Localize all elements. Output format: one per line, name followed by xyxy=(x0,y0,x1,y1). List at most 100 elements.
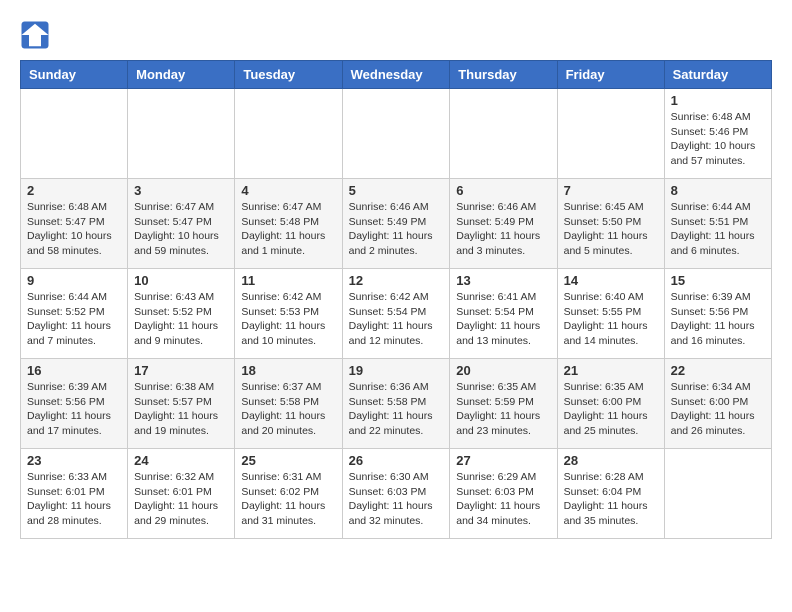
day-number: 12 xyxy=(349,273,444,288)
calendar-cell xyxy=(235,89,342,179)
calendar-week-row: 23Sunrise: 6:33 AM Sunset: 6:01 PM Dayli… xyxy=(21,449,772,539)
calendar-cell: 19 Sunrise: 6:36 AM Sunset: 5:58 PM Dayli… xyxy=(342,359,450,449)
day-info: Sunrise: 6:32 AM Sunset: 6:01 PM Dayligh… xyxy=(134,470,228,529)
calendar-cell: 7Sunrise: 6:45 AM Sunset: 5:50 PM Daylig… xyxy=(557,179,664,269)
day-info: Sunrise: 6:29 AM Sunset: 6:03 PM Dayligh… xyxy=(456,470,550,529)
calendar-cell: 2 Sunrise: 6:48 AM Sunset: 5:47 PM Daylig… xyxy=(21,179,128,269)
day-number: 23 xyxy=(27,453,121,468)
day-info: Sunrise: 6:38 AM Sunset: 5:57 PM Dayligh… xyxy=(134,380,228,439)
day-number: 4 xyxy=(241,183,335,198)
calendar-cell: 20 Sunrise: 6:35 AM Sunset: 5:59 PM Dayli… xyxy=(450,359,557,449)
day-info: Sunrise: 6:48 AM Sunset: 5:46 PM Dayligh… xyxy=(671,110,765,169)
calendar-cell: 21 Sunrise: 6:35 AM Sunset: 6:00 PM Dayli… xyxy=(557,359,664,449)
day-info: Sunrise: 6:39 AM Sunset: 5:56 PM Dayligh… xyxy=(671,290,765,349)
calendar-cell: 6 Sunrise: 6:46 AM Sunset: 5:49 PM Daylig… xyxy=(450,179,557,269)
calendar-cell xyxy=(664,449,771,539)
day-number: 14 xyxy=(564,273,658,288)
calendar-week-row: 16 Sunrise: 6:39 AM Sunset: 5:56 PM Dayli… xyxy=(21,359,772,449)
day-number: 6 xyxy=(456,183,550,198)
day-number: 10 xyxy=(134,273,228,288)
day-number: 15 xyxy=(671,273,765,288)
day-number: 5 xyxy=(349,183,444,198)
day-number: 22 xyxy=(671,363,765,378)
day-info: Sunrise: 6:40 AM Sunset: 5:55 PM Dayligh… xyxy=(564,290,658,349)
day-number: 28 xyxy=(564,453,658,468)
day-info: Sunrise: 6:36 AM Sunset: 5:58 PM Dayligh… xyxy=(349,380,444,439)
calendar-table: SundayMondayTuesdayWednesdayThursdayFrid… xyxy=(20,60,772,539)
day-info: Sunrise: 6:46 AM Sunset: 5:49 PM Dayligh… xyxy=(349,200,444,259)
day-info: Sunrise: 6:37 AM Sunset: 5:58 PM Dayligh… xyxy=(241,380,335,439)
day-info: Sunrise: 6:46 AM Sunset: 5:49 PM Dayligh… xyxy=(456,200,550,259)
day-number: 11 xyxy=(241,273,335,288)
calendar-cell: 27 Sunrise: 6:29 AM Sunset: 6:03 PM Dayli… xyxy=(450,449,557,539)
logo-icon xyxy=(20,20,50,50)
calendar-cell: 24 Sunrise: 6:32 AM Sunset: 6:01 PM Dayli… xyxy=(128,449,235,539)
page-header xyxy=(20,20,772,50)
day-number: 21 xyxy=(564,363,658,378)
day-info: Sunrise: 6:34 AM Sunset: 6:00 PM Dayligh… xyxy=(671,380,765,439)
calendar-cell: 22 Sunrise: 6:34 AM Sunset: 6:00 PM Dayli… xyxy=(664,359,771,449)
day-number: 25 xyxy=(241,453,335,468)
calendar-cell: 10 Sunrise: 6:43 AM Sunset: 5:52 PM Dayli… xyxy=(128,269,235,359)
day-number: 9 xyxy=(27,273,121,288)
calendar-cell: 23Sunrise: 6:33 AM Sunset: 6:01 PM Dayli… xyxy=(21,449,128,539)
day-info: Sunrise: 6:28 AM Sunset: 6:04 PM Dayligh… xyxy=(564,470,658,529)
day-info: Sunrise: 6:39 AM Sunset: 5:56 PM Dayligh… xyxy=(27,380,121,439)
day-number: 2 xyxy=(27,183,121,198)
calendar-cell xyxy=(342,89,450,179)
calendar-cell xyxy=(450,89,557,179)
calendar-cell xyxy=(21,89,128,179)
day-header-sunday: Sunday xyxy=(21,61,128,89)
calendar-cell: 8Sunrise: 6:44 AM Sunset: 5:51 PM Daylig… xyxy=(664,179,771,269)
day-info: Sunrise: 6:41 AM Sunset: 5:54 PM Dayligh… xyxy=(456,290,550,349)
calendar-week-row: 9 Sunrise: 6:44 AM Sunset: 5:52 PM Daylig… xyxy=(21,269,772,359)
day-number: 24 xyxy=(134,453,228,468)
calendar-cell: 5 Sunrise: 6:46 AM Sunset: 5:49 PM Daylig… xyxy=(342,179,450,269)
calendar-cell: 13Sunrise: 6:41 AM Sunset: 5:54 PM Dayli… xyxy=(450,269,557,359)
calendar-cell xyxy=(557,89,664,179)
day-info: Sunrise: 6:31 AM Sunset: 6:02 PM Dayligh… xyxy=(241,470,335,529)
calendar-cell: 14 Sunrise: 6:40 AM Sunset: 5:55 PM Dayli… xyxy=(557,269,664,359)
calendar-cell: 11 Sunrise: 6:42 AM Sunset: 5:53 PM Dayli… xyxy=(235,269,342,359)
calendar-week-row: 2 Sunrise: 6:48 AM Sunset: 5:47 PM Daylig… xyxy=(21,179,772,269)
day-number: 1 xyxy=(671,93,765,108)
day-number: 16 xyxy=(27,363,121,378)
calendar-cell: 25 Sunrise: 6:31 AM Sunset: 6:02 PM Dayli… xyxy=(235,449,342,539)
day-info: Sunrise: 6:42 AM Sunset: 5:53 PM Dayligh… xyxy=(241,290,335,349)
day-info: Sunrise: 6:43 AM Sunset: 5:52 PM Dayligh… xyxy=(134,290,228,349)
day-info: Sunrise: 6:42 AM Sunset: 5:54 PM Dayligh… xyxy=(349,290,444,349)
day-info: Sunrise: 6:47 AM Sunset: 5:48 PM Dayligh… xyxy=(241,200,335,259)
calendar-cell: 26 Sunrise: 6:30 AM Sunset: 6:03 PM Dayli… xyxy=(342,449,450,539)
day-number: 20 xyxy=(456,363,550,378)
calendar-cell: 3 Sunrise: 6:47 AM Sunset: 5:47 PM Daylig… xyxy=(128,179,235,269)
calendar-cell: 1 Sunrise: 6:48 AM Sunset: 5:46 PM Daylig… xyxy=(664,89,771,179)
day-number: 17 xyxy=(134,363,228,378)
calendar-cell: 9 Sunrise: 6:44 AM Sunset: 5:52 PM Daylig… xyxy=(21,269,128,359)
day-number: 27 xyxy=(456,453,550,468)
calendar-cell: 16 Sunrise: 6:39 AM Sunset: 5:56 PM Dayli… xyxy=(21,359,128,449)
day-info: Sunrise: 6:47 AM Sunset: 5:47 PM Dayligh… xyxy=(134,200,228,259)
day-info: Sunrise: 6:35 AM Sunset: 5:59 PM Dayligh… xyxy=(456,380,550,439)
day-header-saturday: Saturday xyxy=(664,61,771,89)
logo xyxy=(20,20,54,50)
day-info: Sunrise: 6:48 AM Sunset: 5:47 PM Dayligh… xyxy=(27,200,121,259)
day-number: 26 xyxy=(349,453,444,468)
day-number: 18 xyxy=(241,363,335,378)
day-info: Sunrise: 6:44 AM Sunset: 5:51 PM Dayligh… xyxy=(671,200,765,259)
day-number: 3 xyxy=(134,183,228,198)
day-header-friday: Friday xyxy=(557,61,664,89)
day-info: Sunrise: 6:44 AM Sunset: 5:52 PM Dayligh… xyxy=(27,290,121,349)
calendar-cell xyxy=(128,89,235,179)
day-number: 19 xyxy=(349,363,444,378)
day-number: 7 xyxy=(564,183,658,198)
calendar-cell: 4 Sunrise: 6:47 AM Sunset: 5:48 PM Daylig… xyxy=(235,179,342,269)
day-header-thursday: Thursday xyxy=(450,61,557,89)
calendar-cell: 28 Sunrise: 6:28 AM Sunset: 6:04 PM Dayli… xyxy=(557,449,664,539)
day-info: Sunrise: 6:35 AM Sunset: 6:00 PM Dayligh… xyxy=(564,380,658,439)
day-info: Sunrise: 6:30 AM Sunset: 6:03 PM Dayligh… xyxy=(349,470,444,529)
day-header-tuesday: Tuesday xyxy=(235,61,342,89)
calendar-cell: 18 Sunrise: 6:37 AM Sunset: 5:58 PM Dayli… xyxy=(235,359,342,449)
calendar-header-row: SundayMondayTuesdayWednesdayThursdayFrid… xyxy=(21,61,772,89)
day-header-monday: Monday xyxy=(128,61,235,89)
calendar-week-row: 1 Sunrise: 6:48 AM Sunset: 5:46 PM Daylig… xyxy=(21,89,772,179)
